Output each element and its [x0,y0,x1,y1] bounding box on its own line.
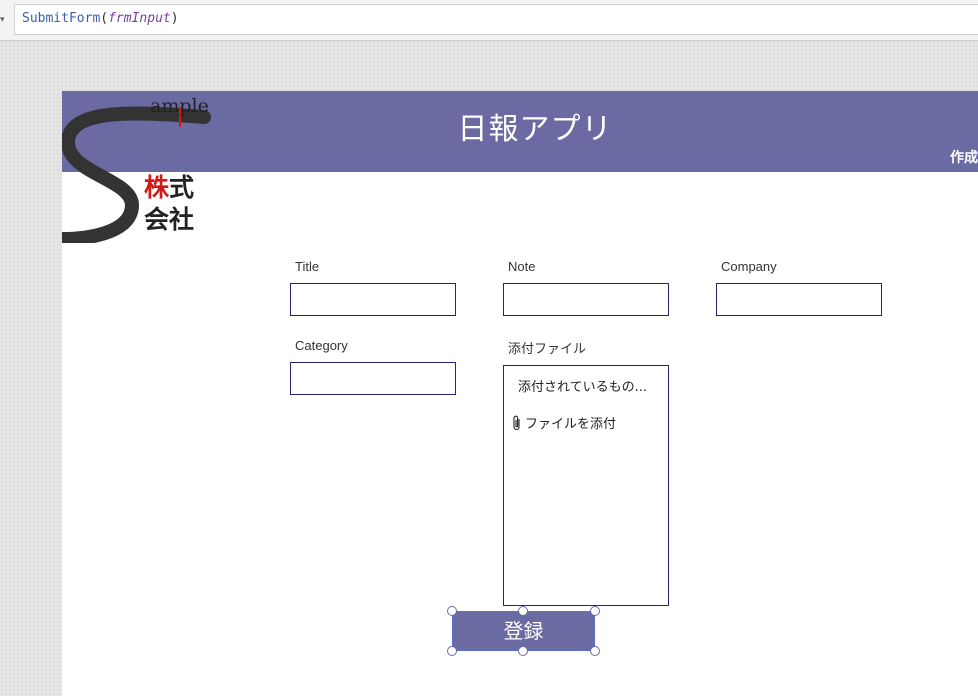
logo-kanji-line2: 会社 [144,205,195,234]
formula-bar: ▾ SubmitForm(frmInput) [0,0,978,41]
title-label: Title [295,259,320,274]
resize-handle-bottom-left[interactable] [447,646,457,656]
chevron-down-icon[interactable]: ▾ [0,4,12,36]
formula-function: SubmitForm [22,11,101,26]
note-input[interactable] [503,283,669,316]
formula-argument: frmInput [108,11,171,26]
logo-kanji-rest: 式 [169,173,195,202]
submit-button[interactable]: 登録 [452,611,595,651]
attach-file-label: ファイルを添付 [525,417,617,432]
resize-handle-bottom[interactable] [518,646,528,656]
formula-input[interactable]: SubmitForm(frmInput) [14,4,978,35]
attachment-empty-text: 添付されているもの... [518,380,648,395]
attachment-label: 添付ファイル [508,341,587,356]
company-input[interactable] [716,283,882,316]
logo-sample-text: ample [150,95,209,117]
resize-handle-bottom-right[interactable] [590,646,600,656]
paperclip-icon [513,415,520,430]
title-input[interactable] [290,283,456,316]
formula-close-paren: ) [170,11,179,26]
company-label: Company [721,259,777,274]
category-input[interactable] [290,362,456,395]
note-label: Note [508,259,536,274]
creator-label: 作成 [950,150,978,166]
logo-kanji-line1: 株式 [144,173,194,203]
app-canvas: 日報アプリ 作成 ample 株式 会社 Title Note Company … [55,91,978,696]
resize-handle-top-left[interactable] [447,606,457,616]
resize-handle-top-right[interactable] [590,606,600,616]
company-logo: ample 株式 会社 [55,93,212,246]
formula-open-paren: ( [100,11,109,26]
attachment-box: 添付されているもの... ファイルを添付 [503,365,669,606]
attach-file-link[interactable]: ファイルを添付 [512,413,616,432]
category-label: Category [295,338,348,353]
resize-handle-top[interactable] [518,606,528,616]
logo-kanji-red: 株 [144,173,170,202]
